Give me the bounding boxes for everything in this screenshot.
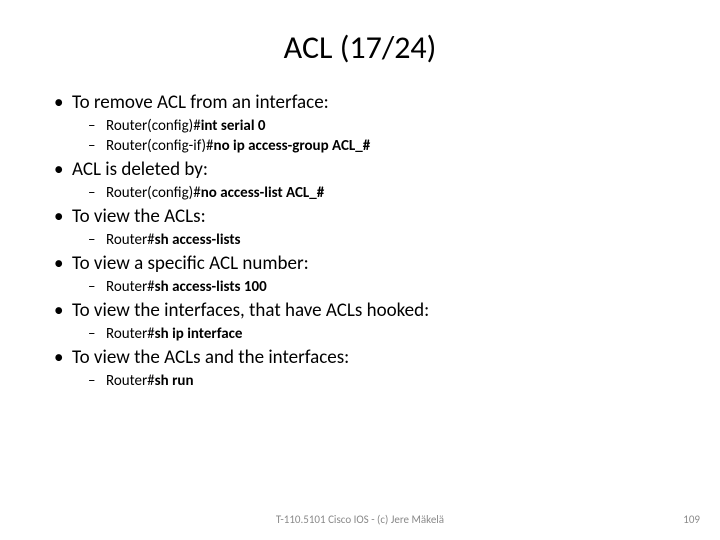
bullet-5-text: To view the interfaces, that have ACLs h…	[72, 299, 429, 322]
bullet-6-text: To view the ACLs and the interfaces:	[72, 346, 349, 369]
bullet-1-sub-2: Router(config-if)#no ip access-group ACL…	[106, 136, 670, 156]
cmd-bold: no access-list ACL_#	[201, 184, 325, 202]
bullet-3: To view the ACLs: Router#sh access-lists	[72, 205, 670, 250]
bullet-3-sub-1: Router#sh access-lists	[106, 230, 670, 250]
cmd-prefix: Router#	[106, 372, 155, 390]
bullet-1-text: To remove ACL from an interface:	[72, 91, 329, 114]
slide-title: ACL (17/24)	[50, 28, 670, 67]
bullet-2: ACL is deleted by: Router(config)#no acc…	[72, 158, 670, 203]
cmd-bold: sh run	[155, 372, 194, 390]
content-list: To remove ACL from an interface: Router(…	[50, 91, 670, 391]
bullet-5-sub-1: Router#sh ip interface	[106, 324, 670, 344]
cmd-bold: sh ip interface	[155, 325, 243, 343]
cmd-bold: int serial 0	[201, 117, 266, 135]
page-number: 109	[683, 513, 700, 526]
bullet-1-sub-1: Router(config)#int serial 0	[106, 116, 670, 136]
bullet-2-sub-1: Router(config)#no access-list ACL_#	[106, 183, 670, 203]
bullet-1: To remove ACL from an interface: Router(…	[72, 91, 670, 156]
bullet-6-sub-1: Router#sh run	[106, 371, 670, 391]
cmd-bold: sh access-lists	[155, 231, 241, 249]
bullet-3-text: To view the ACLs:	[72, 205, 206, 228]
bullet-4-sub-1: Router#sh access-lists 100	[106, 277, 670, 297]
bullet-4-text: To view a specific ACL number:	[72, 252, 309, 275]
cmd-prefix: Router#	[106, 231, 155, 249]
bullet-6: To view the ACLs and the interfaces: Rou…	[72, 346, 670, 391]
cmd-bold: no ip access-group ACL_#	[214, 137, 371, 155]
bullet-2-text: ACL is deleted by:	[72, 158, 208, 181]
cmd-bold: sh access-lists 100	[155, 278, 267, 296]
cmd-prefix: Router(config-if)#	[106, 137, 214, 155]
cmd-prefix: Router#	[106, 278, 155, 296]
cmd-prefix: Router(config)#	[106, 117, 201, 135]
footer-text: T-110.5101 Cisco IOS - (c) Jere Mäkelä	[0, 513, 720, 526]
cmd-prefix: Router(config)#	[106, 184, 201, 202]
bullet-5: To view the interfaces, that have ACLs h…	[72, 299, 670, 344]
cmd-prefix: Router#	[106, 325, 155, 343]
bullet-4: To view a specific ACL number: Router#sh…	[72, 252, 670, 297]
